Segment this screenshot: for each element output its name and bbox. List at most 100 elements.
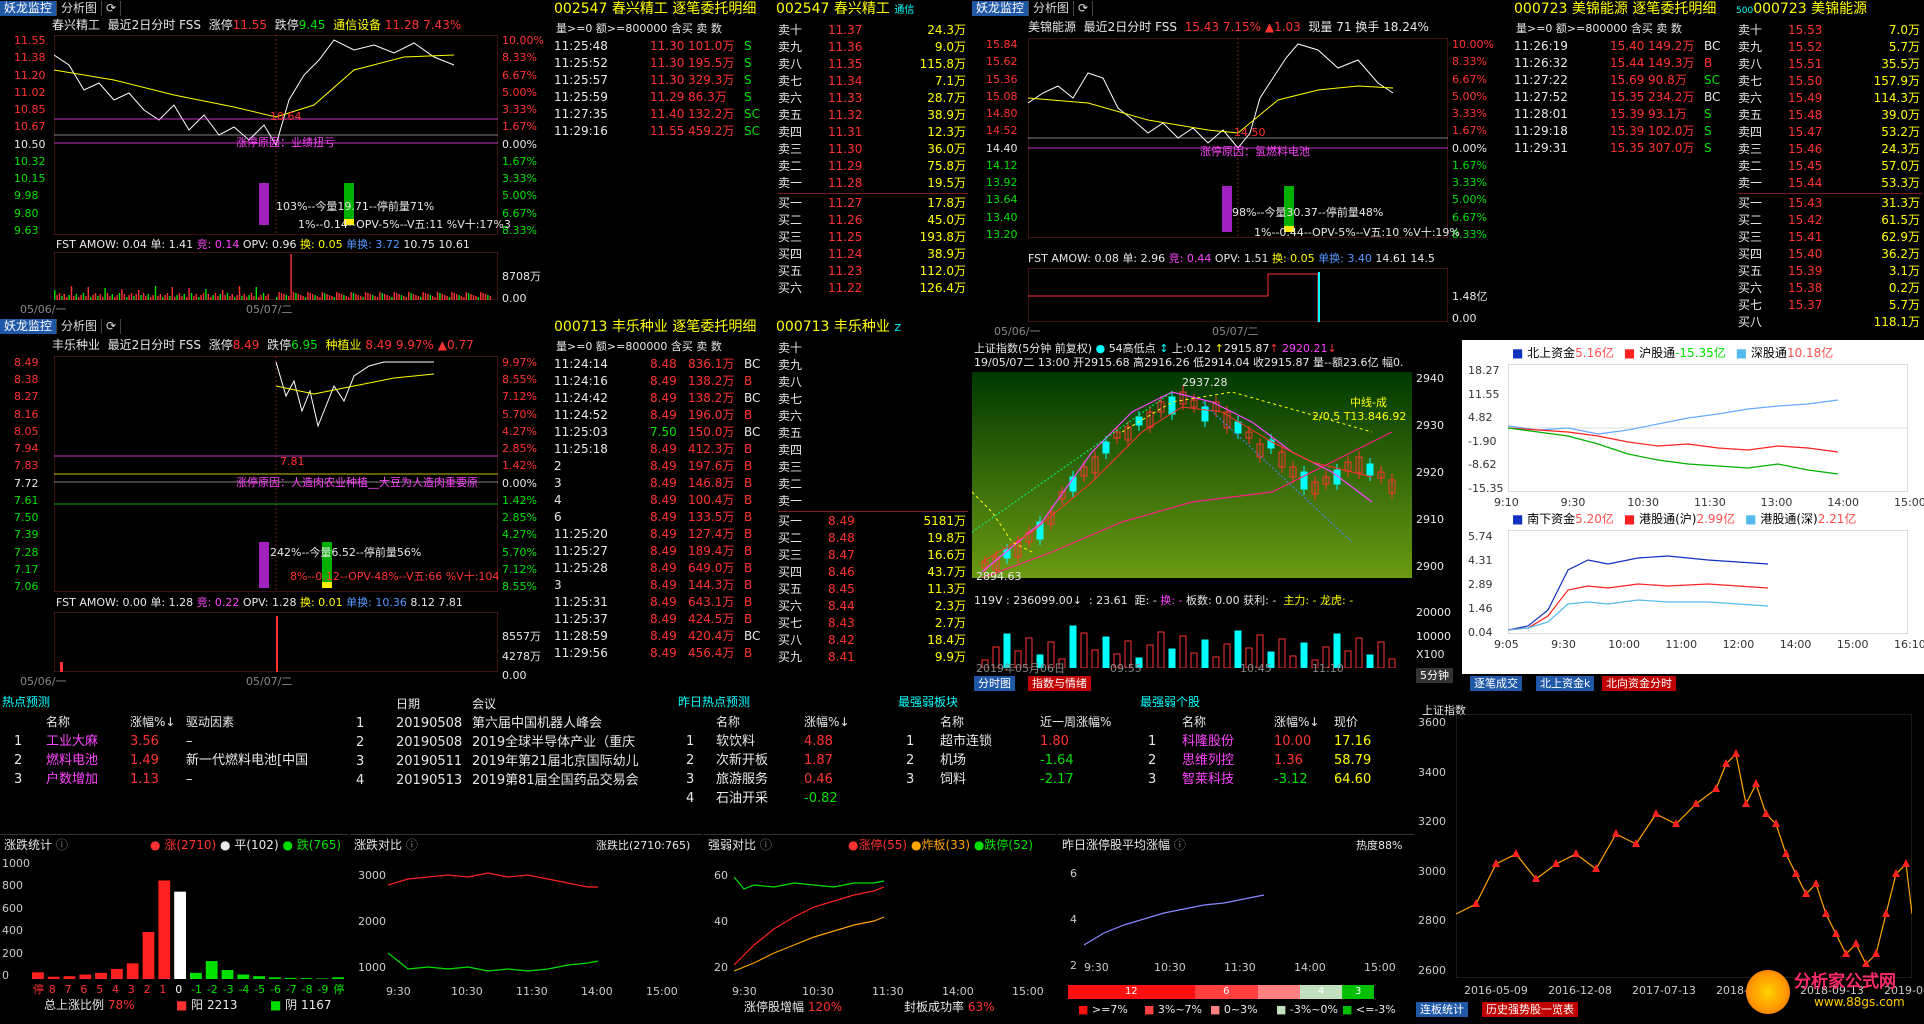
axis-tick: 2.85% xyxy=(502,442,537,456)
tab-trades[interactable]: 逐笔成交 xyxy=(1470,676,1522,691)
tab-northbound-k[interactable]: 北上资金k xyxy=(1536,676,1595,691)
legend-name: 3%~7% xyxy=(1157,1003,1203,1016)
volume-bar xyxy=(372,295,374,300)
avg-line xyxy=(1028,85,1394,134)
volume-bar xyxy=(190,293,193,300)
axis-tick: 4.27% xyxy=(502,424,537,438)
ask-row: 卖二 15.45 57.0万 xyxy=(1738,158,1922,175)
tab-index-sentiment[interactable]: 指数与情绪 xyxy=(1028,676,1091,691)
bid-volume: 5181万 xyxy=(923,514,966,528)
histogram-bar xyxy=(300,978,313,979)
tick-amount: 93.1万 xyxy=(1648,107,1687,121)
ask-price: 11.28 xyxy=(828,176,863,190)
tick-side: B xyxy=(744,595,753,609)
axis-tick: 9:30 xyxy=(732,985,757,998)
bid-row: 买一 8.49 5181万 xyxy=(778,513,968,530)
volume-bar xyxy=(186,297,188,300)
refresh-icon[interactable]: ⟳ xyxy=(102,318,122,334)
tab-monitor[interactable]: 妖龙监控 xyxy=(0,0,58,16)
info-icon[interactable]: ⓘ xyxy=(56,838,68,852)
volume-bar xyxy=(248,295,250,300)
tab-analysis-3[interactable]: 分析图 xyxy=(1029,0,1075,16)
volume-bar xyxy=(328,295,331,300)
tick-row: 11:24:52 8.49 196.0万 B xyxy=(554,407,770,424)
volume-bar xyxy=(236,295,238,300)
table-row: 3 户数增加 1.13 – xyxy=(0,771,340,788)
axis-tick: 7.61 xyxy=(14,493,39,507)
tab-monitor-2[interactable]: 妖龙监控 xyxy=(0,318,58,334)
volume-bar xyxy=(138,290,140,300)
volume-bar xyxy=(142,293,145,300)
tick-side: B xyxy=(744,561,753,575)
legend-item: ■ >=7% xyxy=(1078,1003,1128,1016)
bid-price: 11.26 xyxy=(828,213,863,227)
axis-tick: 16:10 xyxy=(1894,638,1924,651)
tab-5min[interactable]: 5分钟 xyxy=(1416,668,1453,683)
axis-tick: 3000 xyxy=(1418,864,1446,878)
bid-row: 买五 15.39 3.1万 xyxy=(1738,263,1922,280)
volume-bar xyxy=(219,294,221,300)
tab-strong-history[interactable]: 历史强势股一览表 xyxy=(1482,1002,1578,1017)
axis-tick: 9:10 xyxy=(1494,496,1519,509)
axis-tick: 1000 xyxy=(2,857,30,870)
volume-bar xyxy=(1223,643,1231,668)
tick-side: B xyxy=(744,510,753,524)
axis-tick: 15:00 xyxy=(1012,985,1044,998)
volume-bar xyxy=(458,295,460,300)
volume-bar xyxy=(343,295,345,300)
ask-label: 卖六 xyxy=(778,409,803,423)
table-cell: -1.64 xyxy=(1040,753,1074,768)
volume-bar xyxy=(231,294,233,300)
tick-side: BC xyxy=(1704,39,1721,53)
tick-side: S xyxy=(744,39,752,53)
tick-amount: 149.3万 xyxy=(1648,56,1695,70)
legend-swatch: ■ xyxy=(1078,1003,1092,1016)
tick-side: B xyxy=(744,442,753,456)
axis-tick: 5.00% xyxy=(502,189,537,203)
bid-volume: 61.5万 xyxy=(1881,213,1920,227)
tab-fenshi[interactable]: 分时图 xyxy=(974,676,1015,691)
tick-amount: 100.4万 xyxy=(688,493,735,507)
histogram-bar xyxy=(284,977,297,979)
ask-volume: 7.0万 xyxy=(1888,23,1920,37)
candle xyxy=(1036,521,1044,540)
ask-label: 卖五 xyxy=(778,108,803,122)
volume-bar xyxy=(393,292,395,300)
tab-analysis-2[interactable]: 分析图 xyxy=(57,318,103,334)
signal-marker xyxy=(1512,849,1520,857)
bid-row: 买四 11.24 38.9万 xyxy=(778,246,968,263)
volume-bar xyxy=(92,295,94,300)
ask-row: 卖六 xyxy=(778,408,968,425)
table-cell: 第六届中国机器人峰会 xyxy=(472,716,603,731)
ask-label: 卖八 xyxy=(1738,57,1763,71)
volume-bar xyxy=(241,296,243,300)
bid-label: 买六 xyxy=(1738,281,1763,295)
bid-price: 8.48 xyxy=(828,531,855,545)
column-header: 名称 xyxy=(940,715,965,729)
ask-volume: 7.1万 xyxy=(934,74,966,88)
tick-row: 11:25:52 11.30 195.5万 S xyxy=(554,55,770,72)
tick-amount: 133.5万 xyxy=(688,510,735,524)
table-cell: 20190508 xyxy=(396,716,463,731)
volume-bar xyxy=(434,297,436,300)
tab-monitor-3[interactable]: 妖龙监控 xyxy=(972,0,1030,16)
volume-bar xyxy=(205,289,207,300)
volume-bar xyxy=(1355,637,1363,668)
bid-volume: 193.8万 xyxy=(919,230,966,244)
ask-row: 卖八 11.35 115.8万 xyxy=(778,56,968,73)
tick-price: 11.30 xyxy=(650,39,685,53)
tab-consecutive-limit[interactable]: 连板统计 xyxy=(1416,1002,1468,1017)
event-calendar: 日期 会议 1 20190508 第六届中国机器人峰会 2 20190508 2019全球半导… xyxy=(344,694,674,834)
bid-row: 买六 15.38 0.2万 xyxy=(1738,280,1922,297)
refresh-icon[interactable]: ⟳ xyxy=(102,0,122,16)
bid-price: 15.42 xyxy=(1788,213,1823,227)
histogram-bin: 6 xyxy=(80,983,88,996)
tick-time: 11:25:59 xyxy=(554,90,608,104)
tab-analysis[interactable]: 分析图 xyxy=(57,0,103,16)
table-cell: 1 xyxy=(356,716,365,731)
refresh-icon[interactable]: ⟳ xyxy=(1074,0,1094,16)
volume-bar xyxy=(278,292,280,300)
bid-label: 买二 xyxy=(778,213,803,227)
table-row: 2 机场 -1.64 xyxy=(896,752,1136,769)
tab-northbound-intraday[interactable]: 北向资金分时 xyxy=(1602,676,1676,691)
